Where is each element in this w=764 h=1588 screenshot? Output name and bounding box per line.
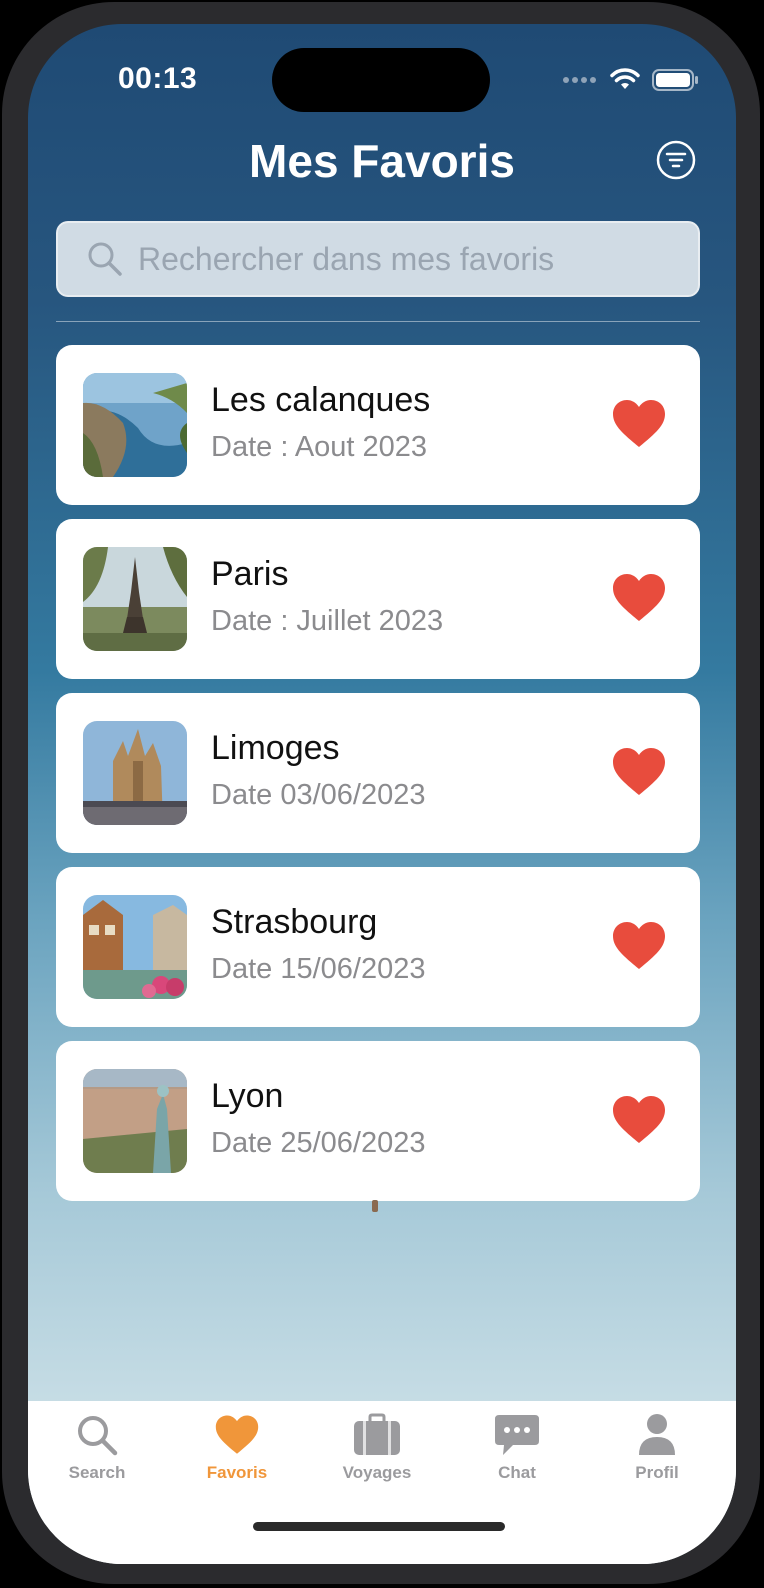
heart-icon[interactable]	[612, 747, 666, 797]
dynamic-island	[272, 48, 490, 112]
tab-label: Profil	[635, 1463, 679, 1482]
tab-chat[interactable]: Chat	[457, 1413, 577, 1483]
chat-bubble-icon	[495, 1415, 539, 1455]
place-thumbnail	[83, 1069, 187, 1173]
divider	[56, 321, 700, 322]
tab-label: Search	[68, 1463, 126, 1482]
tab-bar: Search Favoris Voyages Chat Profil	[28, 1401, 736, 1564]
suitcase-icon	[354, 1413, 400, 1455]
person-icon	[639, 1414, 675, 1455]
wifi-icon	[610, 68, 640, 89]
place-title: Les calanques	[211, 381, 431, 419]
place-title: Strasbourg	[211, 903, 378, 941]
heart-icon[interactable]	[612, 399, 666, 449]
favorite-card[interactable]: Paris Date : Juillet 2023	[56, 519, 700, 679]
tab-label: Voyages	[342, 1463, 412, 1482]
place-date: Date 25/06/2023	[211, 1127, 426, 1159]
place-date: Date : Juillet 2023	[211, 605, 444, 637]
search-icon	[88, 242, 122, 276]
place-date: Date 15/06/2023	[211, 953, 426, 985]
place-thumbnail	[83, 721, 187, 825]
favorite-card[interactable]: Les calanques Date : Aout 2023	[56, 345, 700, 505]
search-bar[interactable]: Rechercher dans mes favoris	[56, 221, 700, 297]
place-thumbnail	[83, 547, 187, 651]
home-indicator[interactable]	[253, 1522, 505, 1531]
tab-search[interactable]: Search	[37, 1413, 157, 1483]
tab-label: Favoris	[206, 1463, 268, 1482]
status-icons	[562, 68, 700, 92]
device-frame: 00:13 Mes Favoris Rechercher dans mes fa…	[0, 0, 764, 1588]
place-thumbnail	[83, 373, 187, 477]
tab-voyages[interactable]: Voyages	[317, 1413, 437, 1483]
status-time: 00:13	[118, 62, 198, 95]
heart-icon[interactable]	[612, 921, 666, 971]
tab-profil[interactable]: Profil	[597, 1413, 717, 1483]
signal-dots-icon	[563, 77, 596, 83]
heart-icon	[215, 1415, 259, 1454]
favorite-card[interactable]: Lyon Date 25/06/2023	[56, 1041, 700, 1201]
tab-label: Chat	[498, 1463, 536, 1482]
place-title: Limoges	[211, 729, 340, 767]
filter-icon[interactable]	[656, 140, 696, 180]
heart-icon[interactable]	[612, 1095, 666, 1145]
tab-favoris[interactable]: Favoris	[177, 1413, 297, 1483]
place-date: Date : Aout 2023	[211, 431, 428, 463]
battery-icon	[652, 69, 698, 91]
heart-icon[interactable]	[612, 573, 666, 623]
favorite-card[interactable]: Limoges Date 03/06/2023	[56, 693, 700, 853]
search-icon	[78, 1416, 118, 1456]
page-title: Mes Favoris	[249, 135, 515, 187]
place-date: Date 03/06/2023	[211, 779, 426, 811]
place-thumbnail	[83, 895, 187, 999]
place-title: Lyon	[211, 1077, 284, 1115]
place-title: Paris	[211, 555, 289, 593]
app-screen: 00:13 Mes Favoris Rechercher dans mes fa…	[28, 24, 736, 1564]
favorite-card[interactable]: Strasbourg Date 15/06/2023	[56, 867, 700, 1027]
background-marker	[372, 1200, 378, 1212]
search-input[interactable]: Rechercher dans mes favoris	[138, 241, 554, 278]
